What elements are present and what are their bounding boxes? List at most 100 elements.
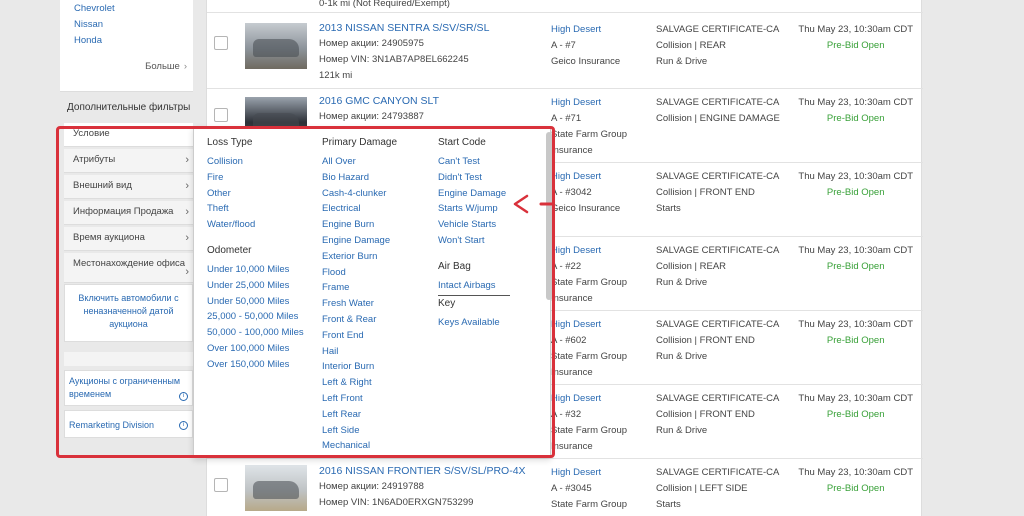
start-code-option[interactable]: Starts W/jump	[438, 201, 510, 217]
seller-name-line2: Insurance	[551, 367, 593, 378]
start-code-option[interactable]: Engine Damage	[438, 186, 510, 202]
seller-name: State Farm Group	[551, 277, 628, 288]
damage-option[interactable]: Hail	[322, 344, 397, 360]
run-condition: Run & Drive	[656, 277, 708, 288]
vehicle-title-link[interactable]: 2016 NISSAN FRONTIER S/SV/SL/PRO-4X	[319, 465, 526, 477]
damage-option[interactable]: Bio Hazard	[322, 170, 397, 186]
damage-option[interactable]: Flood	[322, 265, 397, 281]
filter-label: Атрибуты	[73, 154, 116, 165]
odometer-option[interactable]: Over 150,000 Miles	[207, 357, 304, 373]
loss-type-option[interactable]: Water/flood	[207, 217, 304, 233]
more-makes-button[interactable]: Больше ›	[145, 61, 187, 72]
odometer-option[interactable]: Under 10,000 Miles	[207, 262, 304, 278]
vehicle-image[interactable]	[245, 23, 307, 69]
doc-info: SALVAGE CERTIFICATE-CA Collision | FRONT …	[656, 317, 779, 365]
chevron-right-icon: ›	[185, 266, 189, 278]
damage-type: Collision | REAR	[656, 40, 727, 51]
yard-link[interactable]: High Desert	[551, 169, 620, 185]
loss-type-option[interactable]: Fire	[207, 170, 304, 186]
make-link-chevrolet[interactable]: Chevrolet	[74, 3, 115, 14]
air-bag-heading: Air Bag	[438, 260, 471, 272]
air-bag-option[interactable]: Intact Airbags	[438, 278, 510, 294]
row-checkbox[interactable]	[214, 108, 228, 122]
limited-time-auctions-link[interactable]: Аукционы с ограниченным временем i	[64, 370, 193, 406]
row-checkbox[interactable]	[214, 36, 228, 50]
damage-option[interactable]: Fresh Water	[322, 296, 397, 312]
key-option[interactable]: Keys Available	[438, 315, 510, 331]
damage-option[interactable]: Front End	[322, 328, 397, 344]
yard-info: High Desert A - #32 State Farm Group Insura…	[551, 391, 627, 455]
vehicle-title-link[interactable]: 2013 NISSAN SENTRA S/SV/SR/SL	[319, 22, 489, 34]
damage-type: Collision | FRONT END	[656, 409, 755, 420]
damage-option[interactable]: Frame	[322, 280, 397, 296]
yard-link[interactable]: High Desert	[551, 95, 627, 111]
damage-option[interactable]: Engine Damage	[322, 233, 397, 249]
damage-option[interactable]: Left & Right	[322, 375, 397, 391]
doc-info: SALVAGE CERTIFICATE-CA Collision | LEFT S…	[656, 465, 779, 513]
seller-name-line2: Insurance	[551, 293, 593, 304]
yard-link[interactable]: High Desert	[551, 391, 627, 407]
run-condition: Run & Drive	[656, 425, 708, 436]
filter-exterior[interactable]: Внешний вид ›	[64, 175, 193, 199]
popover-scrollbar[interactable]	[546, 132, 552, 300]
damage-option[interactable]: Engine Burn	[322, 217, 397, 233]
start-code-option[interactable]: Didn't Test	[438, 170, 510, 186]
vehicle-title-link[interactable]: 2016 GMC CANYON SLT	[319, 95, 439, 107]
damage-option[interactable]: Front & Rear	[322, 312, 397, 328]
odometer-option[interactable]: Under 25,000 Miles	[207, 278, 304, 294]
filter-attributes[interactable]: Атрибуты ›	[64, 149, 193, 173]
start-code-option[interactable]: Can't Test	[438, 154, 510, 170]
start-code-option[interactable]: Won't Start	[438, 233, 510, 249]
chevron-right-icon: ›	[185, 180, 189, 192]
yard-row: A - #71	[551, 113, 582, 124]
damage-option[interactable]: Electrical	[322, 201, 397, 217]
seller-name: Geico Insurance	[551, 203, 621, 214]
remarketing-division-link[interactable]: Remarketing Division i	[64, 410, 193, 438]
damage-option[interactable]: Mechanical	[322, 438, 397, 454]
condition-filter-popover: Loss Type Collision Fire Other Theft Wat…	[193, 127, 551, 458]
damage-option[interactable]: Cash-4-clunker	[322, 186, 397, 202]
yard-info: High Desert A - #3042 Geico Insurance	[551, 169, 620, 217]
loss-type-option[interactable]: Other	[207, 186, 304, 202]
filter-sale-info[interactable]: Информация Продажа ›	[64, 201, 193, 225]
sale-date: Thu May 23, 10:30am CDT	[798, 171, 913, 182]
info-icon[interactable]: i	[179, 421, 188, 430]
damage-option[interactable]: Interior Burn	[322, 359, 397, 375]
loss-type-option[interactable]: Collision	[207, 154, 304, 170]
damage-type: Collision | FRONT END	[656, 187, 755, 198]
start-code-option[interactable]: Vehicle Starts	[438, 217, 510, 233]
doc-type: SALVAGE CERTIFICATE-CA	[656, 97, 780, 108]
make-link-nissan[interactable]: Nissan	[74, 19, 103, 30]
damage-option[interactable]: All Over	[322, 154, 397, 170]
yard-row: A - #602	[551, 335, 587, 346]
damage-option[interactable]: Left Rear	[322, 407, 397, 423]
filter-auction-time[interactable]: Время аукциона ›	[64, 227, 193, 251]
seller-name-line2: Insurance	[551, 145, 593, 156]
seller-name: State Farm Group	[551, 129, 628, 140]
filter-label: Условие	[73, 128, 110, 139]
yard-link[interactable]: High Desert	[551, 465, 627, 481]
odometer-option[interactable]: 25,000 - 50,000 Miles	[207, 309, 304, 325]
include-undated-link[interactable]: Включить автомобили с неназначенной дато…	[64, 284, 193, 342]
chevron-right-icon: ›	[185, 206, 189, 218]
damage-option[interactable]: Exterior Burn	[322, 249, 397, 265]
filter-condition[interactable]: Условие	[64, 123, 193, 147]
doc-type: SALVAGE CERTIFICATE-CA	[656, 245, 780, 256]
yard-link[interactable]: High Desert	[551, 22, 620, 38]
yard-link[interactable]: High Desert	[551, 243, 627, 259]
yard-link[interactable]: High Desert	[551, 317, 627, 333]
row-checkbox[interactable]	[214, 478, 228, 492]
start-code-column: Start Code Can't Test Didn't Test Engine…	[438, 135, 510, 331]
odometer-option[interactable]: Over 100,000 Miles	[207, 341, 304, 357]
filter-office-location[interactable]: Местонахождение офиса ›	[64, 253, 193, 283]
lot-number: Номер акции: 24793887	[319, 111, 424, 122]
make-link-honda[interactable]: Honda	[74, 35, 102, 46]
odometer-option[interactable]: Under 50,000 Miles	[207, 294, 304, 310]
info-icon[interactable]: i	[179, 392, 188, 401]
loss-type-option[interactable]: Theft	[207, 201, 304, 217]
odometer-option[interactable]: 50,000 - 100,000 Miles	[207, 325, 304, 341]
damage-option[interactable]: Left Side	[322, 423, 397, 439]
more-label: Больше	[145, 61, 180, 72]
damage-option[interactable]: Left Front	[322, 391, 397, 407]
vehicle-image[interactable]	[245, 465, 307, 511]
